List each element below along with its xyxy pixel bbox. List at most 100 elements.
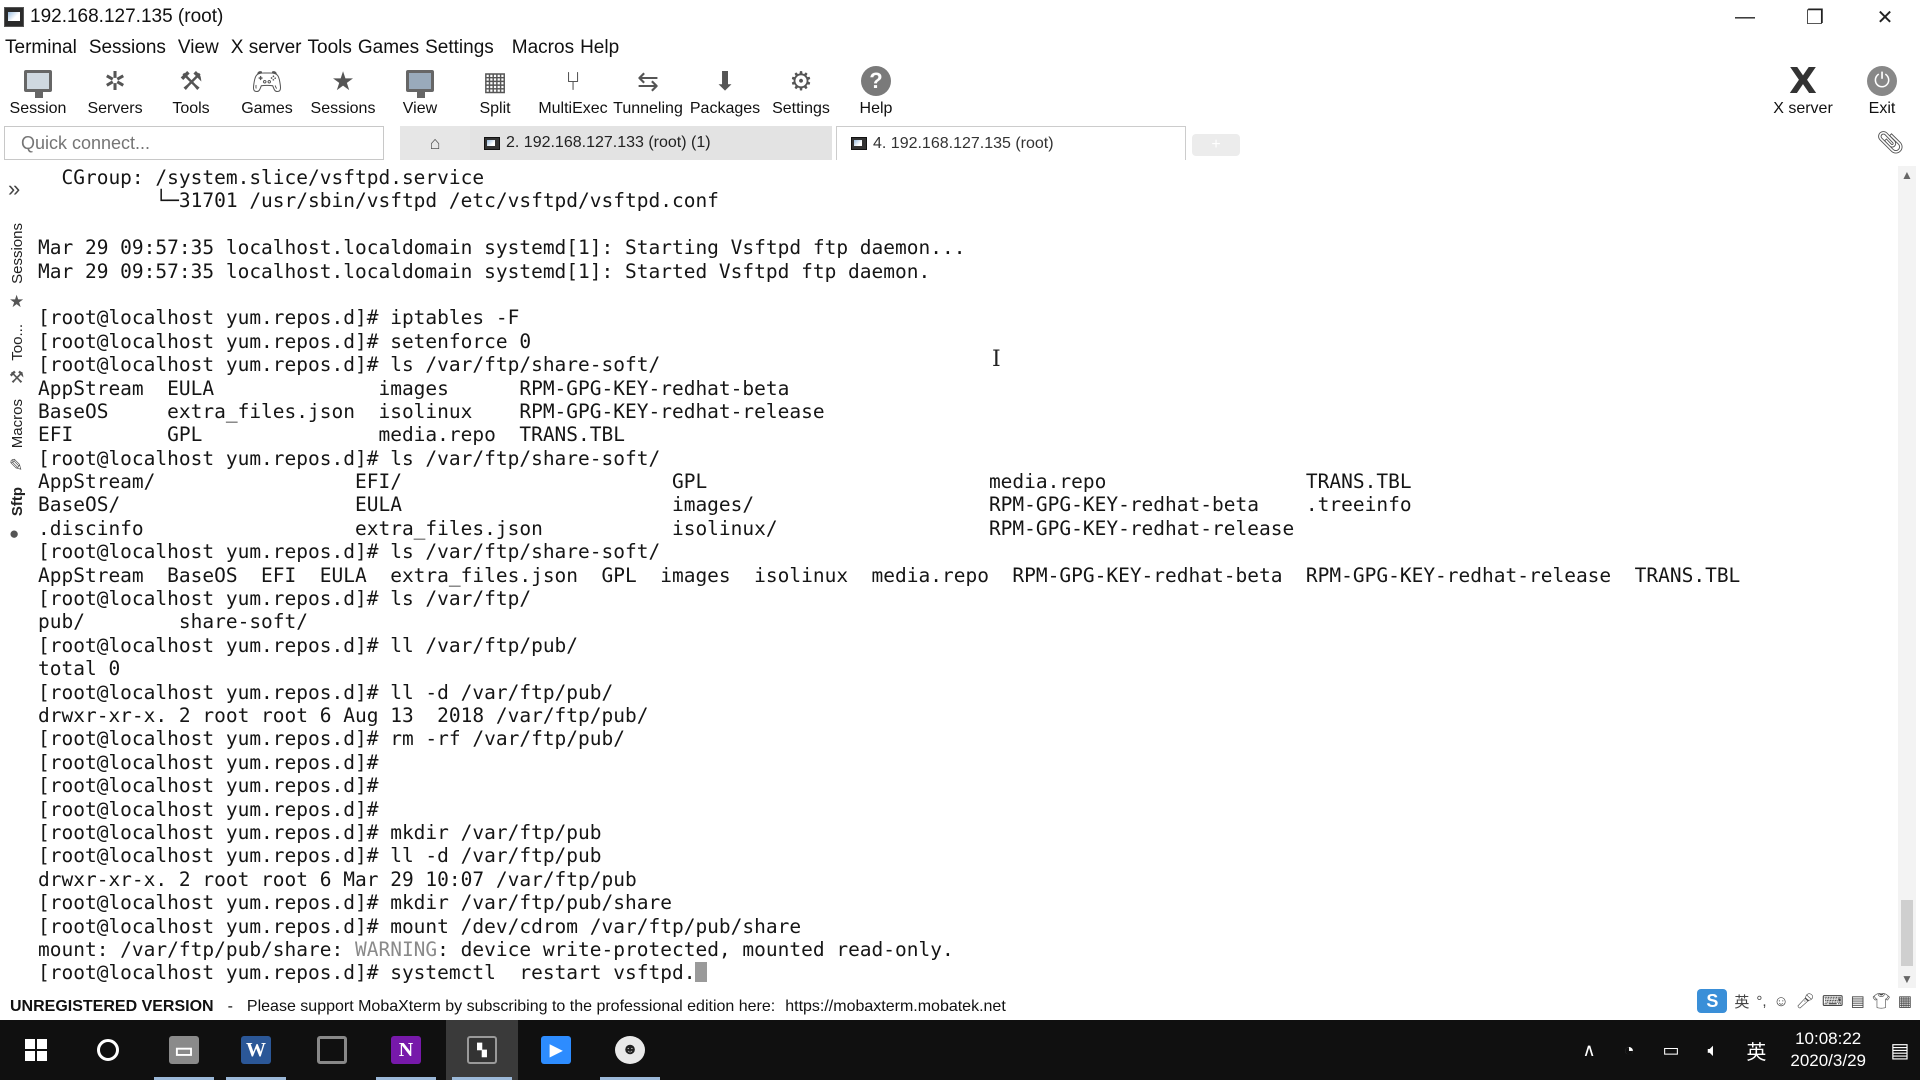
package-icon: ⬇ — [714, 65, 736, 96]
left-sidebar: » Sessions ★ Too... ⚒ Macros ✎ Sftp ● — [0, 168, 34, 988]
tools-button[interactable]: ⚒ Tools — [162, 62, 220, 122]
taskbar-mobaxterm[interactable]: ▚ — [446, 1020, 518, 1080]
tab-label: 2. 192.168.127.133 (root) (1) — [506, 134, 711, 151]
ime-lang[interactable]: 英 — [1734, 991, 1749, 1012]
expand-sidebar-icon[interactable]: » — [8, 176, 20, 202]
command-input[interactable]: systemctl restart vsftpd. — [390, 961, 695, 984]
mic-icon[interactable]: 🎤︎ — [1796, 992, 1815, 1010]
session-button[interactable]: Session — [8, 62, 68, 122]
terminal-cursor — [695, 962, 708, 983]
terminal-line: Mar 29 09:57:35 localhost.localdomain sy… — [38, 259, 931, 283]
terminal-line: [root@localhost yum.repos.d]# ls /var/ft… — [38, 587, 532, 611]
windows-taskbar: ▭ W N ▚ ▶ ☻ ∧ ◔ ▭ 🔈︎ 英 10:08:22 2020/3/2… — [0, 1020, 1920, 1080]
mobaxterm-link[interactable]: https://mobaxterm.mobatek.net — [785, 998, 1006, 1016]
sidebar-tools-label: Too... — [8, 323, 26, 361]
search-button[interactable] — [72, 1020, 144, 1080]
multiexec-button[interactable]: ⑂ MultiExec — [538, 62, 608, 122]
scroll-thumb[interactable] — [1901, 900, 1913, 966]
home-icon: ⌂ — [429, 132, 441, 153]
taskbar-app-mascot[interactable]: ☻ — [594, 1020, 666, 1080]
sidebar-tab-tools[interactable]: Too... — [6, 318, 28, 366]
menu-help[interactable]: Help — [580, 37, 625, 59]
toolbox-icon[interactable]: ▤ — [1851, 992, 1865, 1010]
chevron-up-icon[interactable]: ∧ — [1582, 1040, 1595, 1061]
split-button[interactable]: ▦ Split — [474, 62, 516, 122]
taskbar-onenote[interactable]: N — [370, 1020, 442, 1080]
skin-icon[interactable]: 👕︎ — [1872, 992, 1891, 1010]
menu-view[interactable]: View — [172, 37, 225, 59]
taskbar-zoom[interactable]: ▶ — [520, 1020, 592, 1080]
close-button[interactable]: ✕ — [1850, 0, 1920, 34]
new-tab-button[interactable]: + — [1192, 134, 1240, 156]
view-button[interactable]: View — [396, 62, 444, 122]
sftp-icon: ● — [9, 524, 20, 543]
tab-session-4[interactable]: 4. 192.168.127.135 (root) — [836, 126, 1186, 160]
grid-icon[interactable]: ▦ — [1898, 992, 1912, 1010]
sogou-ime-icon[interactable]: S — [1697, 989, 1728, 1013]
folder-icon: ▭ — [169, 1036, 199, 1064]
taskbar-file-explorer[interactable]: ▭ — [148, 1020, 220, 1080]
clock-date: 2020/3/29 — [1790, 1051, 1866, 1070]
sidebar-sftp-label: Sftp — [8, 487, 26, 517]
menu-sessions[interactable]: Sessions — [83, 37, 172, 59]
paperclip-icon[interactable]: 📎︎ — [1876, 130, 1904, 156]
unregistered-label: UNREGISTERED VERSION — [10, 998, 214, 1015]
window-title: 192.168.127.135 (root) — [30, 6, 224, 27]
taskbar-clock[interactable]: 10:08:22 2020/3/29 — [1790, 1028, 1866, 1072]
terminal-line: [root@localhost yum.repos.d]# ls /var/ft… — [38, 353, 661, 377]
tunneling-button[interactable]: ⇆ Tunneling — [612, 62, 684, 122]
view-label: View — [402, 100, 438, 117]
sidebar-tab-sessions[interactable]: Sessions — [6, 218, 28, 288]
tab-label: 4. 192.168.127.135 (root) — [873, 134, 1054, 152]
plus-icon: + — [1211, 136, 1221, 153]
main-toolbar: Session ✲ Servers ⚒ Tools 🎮︎ Games ★ Ses… — [0, 61, 1920, 122]
menu-settings[interactable]: Settings — [425, 37, 500, 59]
start-button[interactable] — [0, 1020, 72, 1080]
sessions-button[interactable]: ★ Sessions — [310, 62, 376, 122]
menu-tools[interactable]: Tools — [302, 37, 358, 59]
tab-session-2[interactable]: 2. 192.168.127.133 (root) (1) — [470, 126, 832, 160]
settings-button[interactable]: ⚙ Settings — [770, 62, 832, 122]
menu-games[interactable]: Games — [358, 37, 425, 59]
servers-button[interactable]: ✲ Servers — [84, 62, 146, 122]
terminal-prompt-line[interactable]: [root@localhost yum.repos.d]# systemctl … — [38, 961, 1888, 984]
xserver-button[interactable]: X X server — [1772, 61, 1834, 122]
punctuation-icon[interactable]: °, — [1756, 993, 1766, 1010]
packages-button[interactable]: ⬇ Packages — [690, 62, 760, 122]
fork-icon: ⑂ — [565, 65, 581, 96]
sidebar-tab-macros[interactable]: Macros — [6, 394, 28, 454]
wifi-icon[interactable]: ◔ — [1624, 1040, 1635, 1061]
onenote-icon: N — [391, 1036, 421, 1064]
battery-icon[interactable]: ▭ — [1663, 1040, 1680, 1061]
menu-macros[interactable]: Macros — [500, 37, 580, 59]
terminal-output[interactable]: CGroup: /system.slice/vsftpd.service └─3… — [38, 166, 1888, 986]
exit-button[interactable]: ⏻ Exit — [1864, 62, 1900, 122]
servers-label: Servers — [87, 100, 143, 117]
emoji-icon[interactable]: ☺ — [1774, 993, 1789, 1010]
notification-icon[interactable]: ▤ — [1880, 1020, 1920, 1080]
menu-bar: Terminal Sessions View X server Tools Ga… — [0, 34, 1920, 62]
help-button[interactable]: ? Help — [856, 62, 896, 122]
search-circle-icon — [97, 1039, 119, 1061]
sidebar-tab-sftp[interactable]: Sftp — [6, 482, 28, 522]
quick-connect-input[interactable] — [4, 126, 384, 160]
minimize-button[interactable]: — — [1710, 0, 1780, 34]
multiexec-label: MultiExec — [538, 100, 608, 117]
scroll-up-icon[interactable]: ▲ — [1898, 166, 1916, 184]
terminal-scrollbar[interactable]: ▲ ▼ — [1898, 166, 1916, 988]
volume-icon[interactable]: 🔈︎ — [1708, 1040, 1719, 1061]
restore-button[interactable]: ❐ — [1780, 0, 1850, 34]
terminal-line: BaseOS extra_files.json isolinux RPM-GPG… — [38, 399, 825, 423]
taskbar-word[interactable]: W — [220, 1020, 292, 1080]
menu-xserver[interactable]: X server — [225, 37, 302, 59]
home-tab[interactable]: ⌂ — [400, 126, 470, 160]
keyboard-icon[interactable]: ⌨ — [1822, 992, 1844, 1010]
taskbar-task-view-app[interactable] — [296, 1020, 368, 1080]
terminal-line: [root@localhost yum.repos.d]# rm -rf /va… — [38, 727, 625, 751]
split-icon: ▦ — [482, 65, 508, 96]
terminal-line: [root@localhost yum.repos.d]# mkdir /var… — [38, 891, 672, 915]
menu-terminal[interactable]: Terminal — [0, 37, 83, 59]
windows-logo-icon — [25, 1039, 47, 1061]
games-button[interactable]: 🎮︎ Games — [238, 62, 296, 122]
input-language[interactable]: 英 — [1746, 1036, 1766, 1065]
